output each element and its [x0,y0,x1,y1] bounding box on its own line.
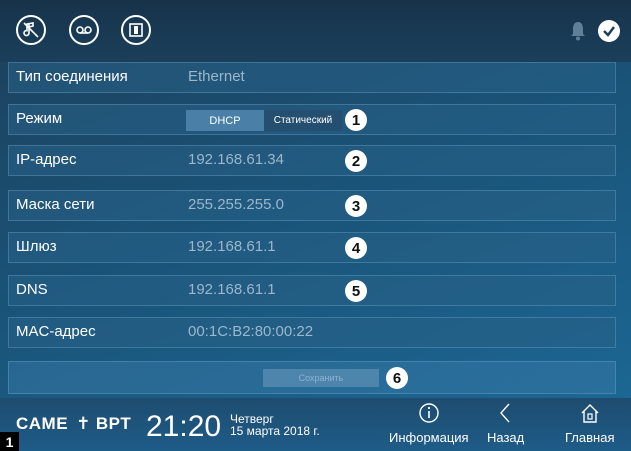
marker-4: 4 [345,237,367,259]
bell-icon[interactable] [568,20,588,42]
brand-cross-icon: ✝ [76,414,91,433]
figure-tag: 1 [0,432,19,451]
clock: 21:20 [146,410,222,443]
marker-3: 3 [345,195,367,217]
marker-5: 5 [345,280,367,302]
home-button[interactable]: Главная [565,402,614,445]
ip-address-field[interactable]: 192.168.61.34 [188,151,284,168]
device-screen: Тип соединения Ethernet Режим DHCP Стати… [0,0,631,451]
subnet-mask-row: Маска сети 255.255.255.0 3 [8,190,616,221]
save-area: Сохранить 6 [8,361,616,394]
dns-label: DNS [16,281,48,298]
mode-row: Режим DHCP Статический 1 [8,104,616,135]
marker-1: 1 [345,109,367,131]
brand-logo: CAME ✝ BPT [16,414,131,434]
subnet-mask-label: Маска сети [16,196,95,213]
marker-6: 6 [386,367,408,389]
dns-row: DNS 192.168.61.1 5 [8,275,616,306]
top-bar [0,0,631,62]
mode-label: Режим [16,110,63,127]
connection-type-label: Тип соединения [16,68,128,85]
info-icon [419,403,439,423]
brand-bpt: BPT [95,414,132,433]
answering-machine-icon[interactable] [69,15,99,45]
mac-address-row: MAC-адрес 00:1C:B2:80:00:22 [8,317,616,348]
connection-type-value: Ethernet [188,68,245,85]
bottom-bar: CAME ✝ BPT 21:20 Четверг 15 марта 2018 г… [0,398,631,451]
mac-address-value: 00:1C:B2:80:00:22 [188,323,314,340]
brand-came: CAME [16,414,69,433]
gateway-label: Шлюз [16,238,57,255]
static-toggle[interactable]: Статический [264,110,342,131]
save-button[interactable]: Сохранить [263,369,379,387]
back-icon [499,403,510,423]
back-label: Назад [487,430,525,445]
ip-address-row: IP-адрес 192.168.61.34 2 [8,145,616,176]
date-block: Четверг 15 марта 2018 г. [230,413,320,437]
info-label: Информация [389,430,469,445]
date: 15 марта 2018 г. [230,424,320,438]
mute-ringtone-icon[interactable] [16,15,46,45]
connection-type-row: Тип соединения Ethernet [8,62,616,93]
dns-field[interactable]: 192.168.61.1 [188,281,276,298]
home-icon [581,404,599,423]
mac-address-label: MAC-адрес [16,323,96,340]
home-label: Главная [565,430,615,445]
marker-2: 2 [345,150,367,172]
info-button[interactable]: Информация [389,402,469,445]
ip-address-label: IP-адрес [16,151,77,168]
gateway-field[interactable]: 192.168.61.1 [188,238,276,255]
dhcp-toggle[interactable]: DHCP [186,110,264,131]
back-button[interactable]: Назад [487,402,524,445]
door-open-icon[interactable] [121,15,151,45]
check-icon[interactable] [598,20,620,42]
subnet-mask-field[interactable]: 255.255.255.0 [188,196,284,213]
gateway-row: Шлюз 192.168.61.1 4 [8,232,616,263]
